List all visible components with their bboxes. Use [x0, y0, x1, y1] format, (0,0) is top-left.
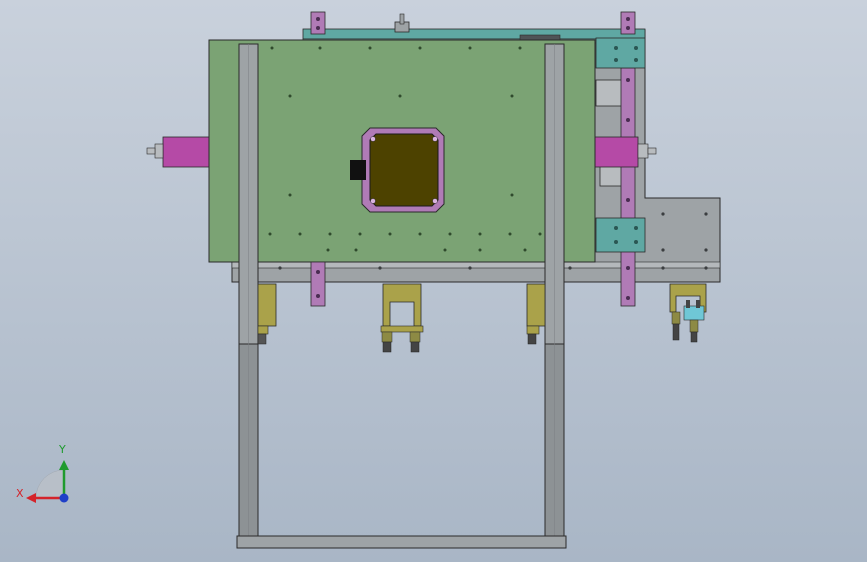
right-upper-slider-block[interactable] — [595, 37, 646, 69]
y-arrow-head — [59, 460, 69, 470]
top-linear-rail[interactable] — [302, 13, 646, 44]
right-lower-slider-block[interactable] — [595, 217, 646, 253]
frame-bottom-crossbar[interactable] — [236, 535, 567, 549]
sensor-right-of-center[interactable] — [526, 283, 546, 345]
left-motor-shaft[interactable] — [146, 136, 212, 168]
coordinate-triad — [26, 460, 69, 503]
right-motor-shaft[interactable] — [591, 136, 657, 168]
right-vertical-bracket[interactable] — [620, 67, 636, 307]
top-right-bracket[interactable] — [620, 11, 636, 35]
x-arrow-head — [26, 493, 36, 503]
sensor-far-right[interactable] — [669, 283, 707, 343]
sensor-center[interactable] — [380, 283, 424, 353]
y-axis-label: Y — [59, 443, 66, 456]
frame-right-upright[interactable] — [544, 43, 565, 539]
cad-viewport[interactable]: Y X — [0, 0, 867, 562]
z-axis-dot — [59, 493, 69, 503]
lower-left-bracket[interactable] — [310, 261, 326, 307]
stepper-motor[interactable] — [350, 127, 445, 213]
top-left-bracket[interactable] — [310, 11, 326, 35]
sensor-left[interactable] — [257, 283, 277, 345]
x-axis-label: X — [16, 487, 24, 500]
cad-model-view[interactable] — [0, 0, 867, 562]
frame-left-upright[interactable] — [238, 43, 259, 539]
